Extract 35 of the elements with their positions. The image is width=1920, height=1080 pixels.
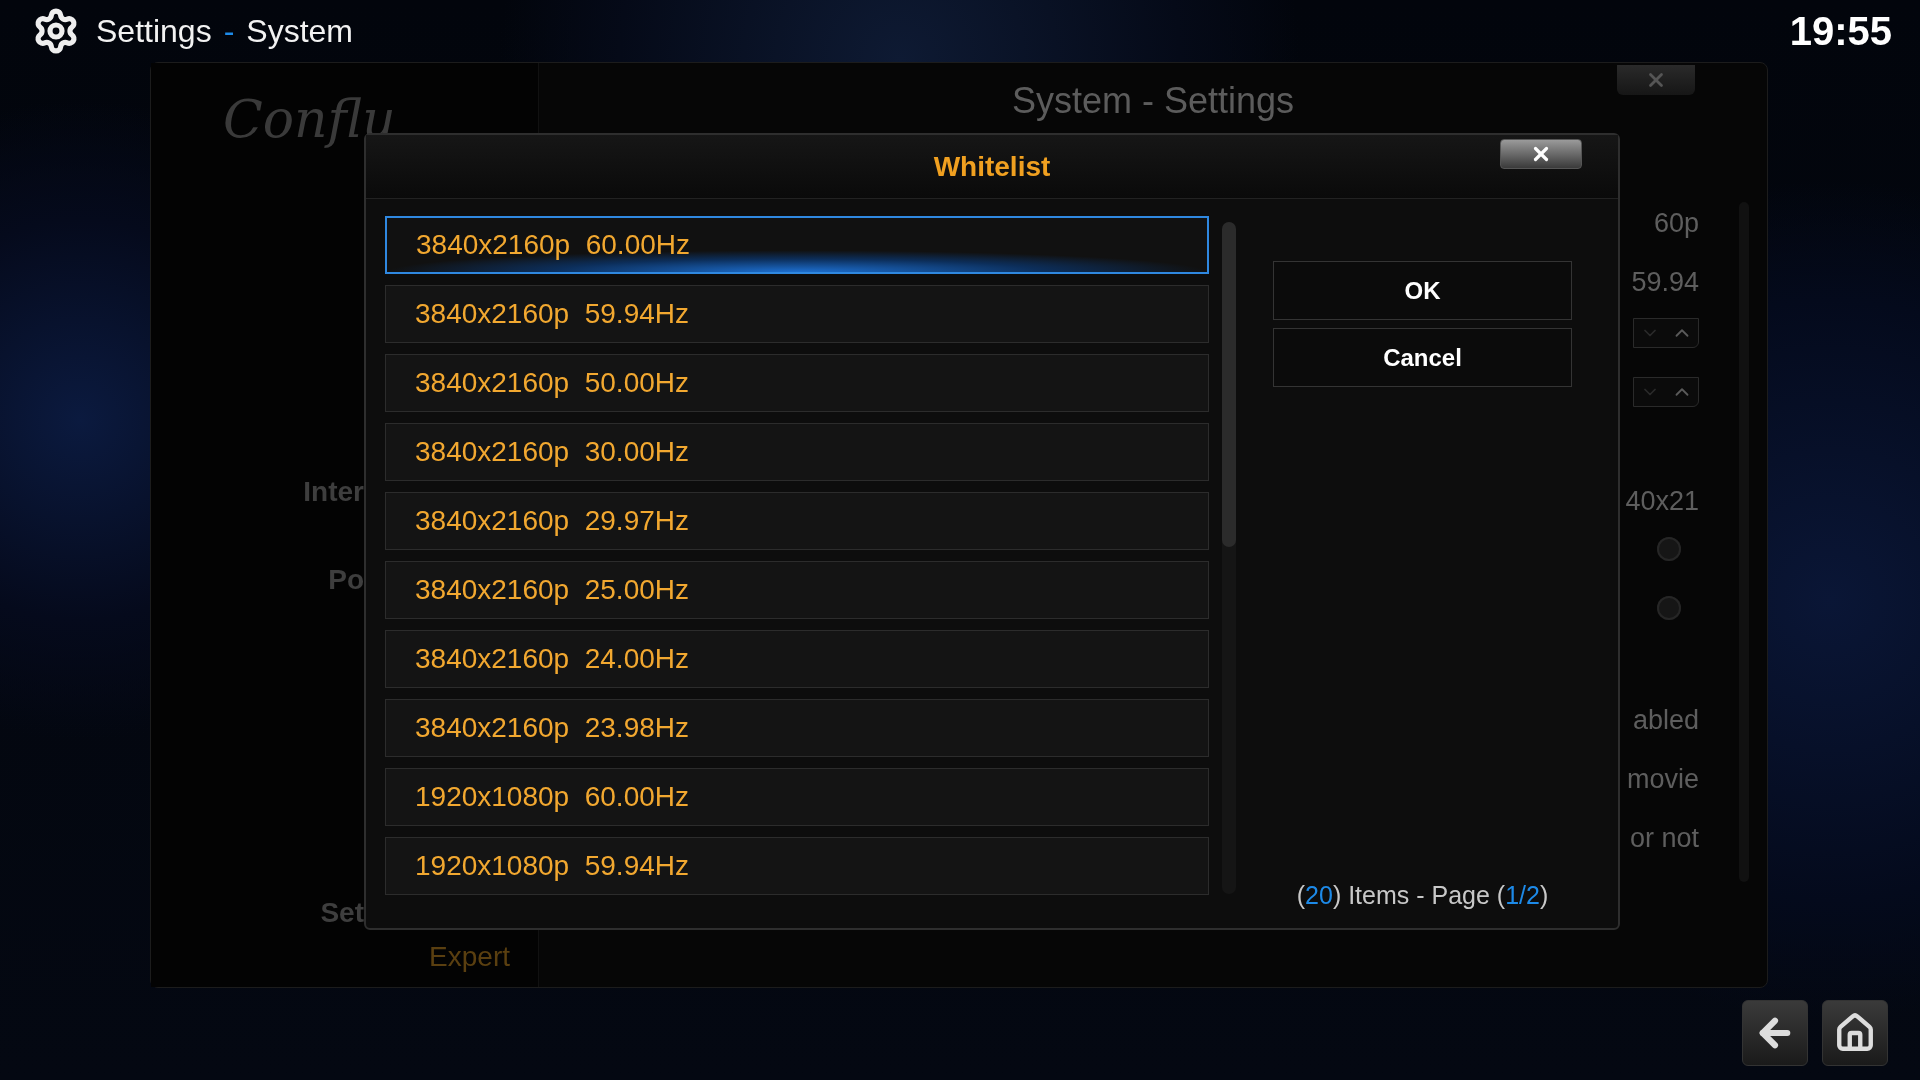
home-icon[interactable] [1834, 1012, 1876, 1054]
setting-value: 59.94 [1631, 267, 1699, 298]
page-info: (20) Items - Page (1/2) [1296, 881, 1549, 911]
dialog-title: Whitelist [933, 150, 1051, 183]
dialog-button[interactable]: Cancel [1273, 328, 1572, 387]
scrollbar-thumb[interactable] [1222, 222, 1236, 547]
window-title: System - Settings [1011, 80, 1295, 122]
setting-value: 40x21 [1625, 486, 1699, 517]
back-button[interactable] [1742, 1000, 1808, 1066]
setting-value: movie [1626, 764, 1699, 795]
setting-value: abled [1632, 705, 1699, 736]
list-item[interactable]: 3840x2160p 50.00Hz [385, 354, 1209, 412]
spinner-control[interactable] [1633, 318, 1699, 348]
home-button[interactable] [1822, 1000, 1888, 1066]
setting-value: 60p [1653, 208, 1699, 239]
spinner-control[interactable] [1633, 377, 1699, 407]
window-close-button[interactable] [1617, 65, 1695, 95]
scrollbar-track[interactable] [1222, 222, 1236, 894]
close-button[interactable] [1500, 139, 1582, 169]
list-item[interactable]: 3840x2160p 29.97Hz [385, 492, 1209, 550]
list-item[interactable]: 3840x2160p 59.94Hz [385, 285, 1209, 343]
list-item[interactable]: 3840x2160p 24.00Hz [385, 630, 1209, 688]
list-item[interactable]: 1920x1080p 59.94Hz [385, 837, 1209, 895]
settings-level-label: Set [320, 897, 364, 929]
clock: 19:55 [1789, 8, 1892, 54]
list-item[interactable]: 3840x2160p 60.00Hz [385, 216, 1209, 274]
list-item[interactable]: 3840x2160p 25.00Hz [385, 561, 1209, 619]
list-item[interactable]: 1920x1080p 60.00Hz [385, 768, 1209, 826]
radio-toggle[interactable] [1657, 537, 1681, 561]
list-item[interactable]: 3840x2160p 23.98Hz [385, 699, 1209, 757]
setting-value: or not [1629, 823, 1699, 854]
page-title: Settings - System [96, 12, 353, 50]
dialog-button[interactable]: OK [1273, 261, 1572, 320]
radio-toggle[interactable] [1657, 596, 1681, 620]
list-item[interactable]: 3840x2160p 30.00Hz [385, 423, 1209, 481]
